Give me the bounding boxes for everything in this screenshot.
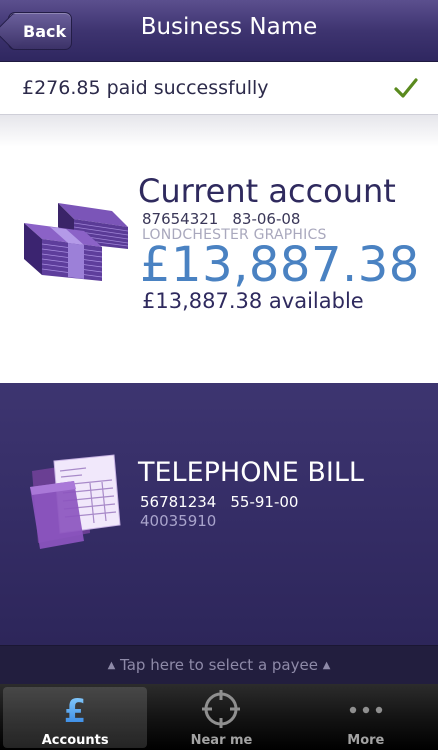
available-balance: £13,887.38 available [142, 289, 364, 313]
up-arrow-icon: ▲ [107, 660, 116, 671]
sort-code: 83-06-08 [232, 210, 301, 228]
up-arrow-icon: ▲ [322, 660, 331, 671]
tab-label: Accounts [41, 733, 109, 748]
payee-account-number: 56781234 [140, 493, 217, 511]
tab-accounts[interactable]: £ Accounts [3, 687, 148, 748]
tab-label: Near me [190, 733, 253, 748]
tab-more[interactable]: More [294, 684, 438, 750]
more-dots-icon [349, 706, 383, 714]
account-type: Current account [138, 172, 396, 210]
payee-sort-code: 55-91-00 [230, 493, 299, 511]
account-balance: £13,887.38 [140, 237, 420, 293]
check-icon [394, 78, 418, 98]
crosshair-icon [202, 690, 241, 728]
select-payee-label: Tap here to select a payee [120, 656, 318, 674]
select-payee-button[interactable]: ▲ Tap here to select a payee ▲ [0, 645, 438, 684]
account-number: 87654321 [142, 210, 219, 228]
from-account-panel[interactable]: Current account 87654321 83-06-08 LONDCHE… [0, 115, 438, 393]
payment-confirmation: £276.85 paid successfully [0, 62, 438, 115]
tab-bar: £ Accounts Near me More [0, 684, 438, 750]
bill-document-icon [30, 454, 121, 549]
tab-label: More [347, 733, 385, 748]
confirmation-message: £276.85 paid successfully [22, 77, 269, 99]
money-stack-icon [24, 203, 129, 281]
account-details: 87654321 83-06-08 [142, 210, 300, 228]
pound-icon: £ [64, 693, 86, 727]
navigation-bar: Back Business Name [0, 0, 438, 62]
svg-text:£: £ [64, 693, 86, 727]
back-button-label: Back [23, 21, 67, 41]
payee-panel[interactable]: TELEPHONE BILL 56781234 55-91-00 40035910 [0, 383, 438, 645]
payee-name: TELEPHONE BILL [138, 457, 364, 488]
payee-reference: 40035910 [140, 512, 217, 530]
payee-details: 56781234 55-91-00 [140, 493, 298, 511]
tab-near-me[interactable]: Near me [149, 684, 293, 750]
